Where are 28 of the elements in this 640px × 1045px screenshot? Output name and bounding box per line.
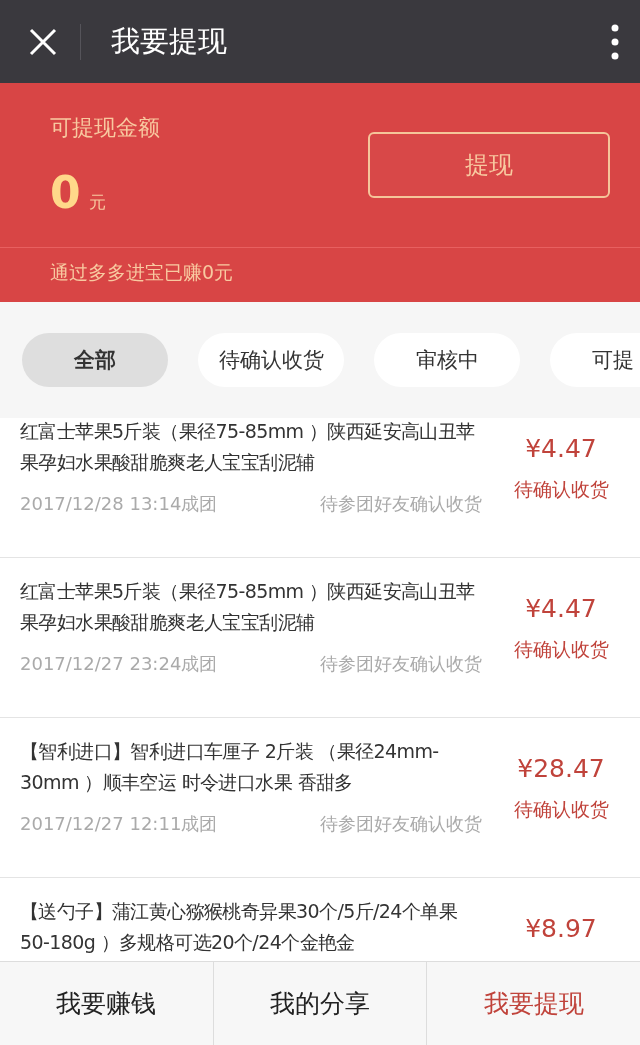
product-title: 红富士苹果5斤装（果径75-85mm ）陕西延安高山丑苹果孕妇水果酸甜脆爽老人宝宝刮泥辅 [20, 579, 476, 635]
order-price: ¥28.47 [517, 754, 605, 783]
product-title: 【送勺子】蒲江黄心猕猴桃奇异果30个/5斤/24个单果50-180g ）多规格可选20个/24个金艳金 [20, 899, 459, 955]
order-date: 2017/12/27 12:11成团 [20, 812, 218, 836]
order-date: 2017/12/28 13:14成团 [20, 492, 218, 516]
product-title: 【智利进口】智利进口车厘子 2斤装 （果径24mm-30mm ）顺丰空运 时令进口水果 香甜多 [20, 739, 440, 795]
filter-tab[interactable]: 全部 [22, 333, 168, 387]
order-note: 待参团好友确认收货 [320, 812, 482, 836]
filter-tab[interactable]: 待确认收货 [198, 333, 344, 387]
order-note: 待参团好友确认收货 [320, 652, 482, 676]
order-status: 待确认收货 [513, 637, 609, 662]
order-status: 待确认收货 [513, 477, 609, 502]
order-price: ¥8.97 [525, 914, 597, 943]
filter-tab[interactable]: 可提 [550, 333, 640, 387]
close-icon[interactable] [28, 26, 58, 57]
filter-tab[interactable]: 审核中 [374, 333, 520, 387]
more-icon[interactable] [610, 23, 620, 60]
page-title: 我要提现 [111, 22, 228, 60]
currency-unit: 元 [88, 190, 106, 214]
product-title: 红富士苹果5斤装（果径75-85mm ）陕西延安高山丑苹果孕妇水果酸甜脆爽老人宝宝刮泥辅 [20, 419, 476, 475]
balance-label: 可提现金额 [50, 113, 160, 142]
order-price: ¥4.47 [525, 594, 597, 623]
order-price: ¥4.47 [525, 434, 597, 463]
order-note: 待参团好友确认收货 [320, 492, 482, 516]
earned-text: 通过多多进宝已赚0元 [49, 260, 235, 285]
order-status: 待确认收货 [513, 797, 609, 822]
balance-amount: 0 [50, 166, 81, 218]
order-date: 2017/12/27 23:24成团 [20, 652, 218, 676]
